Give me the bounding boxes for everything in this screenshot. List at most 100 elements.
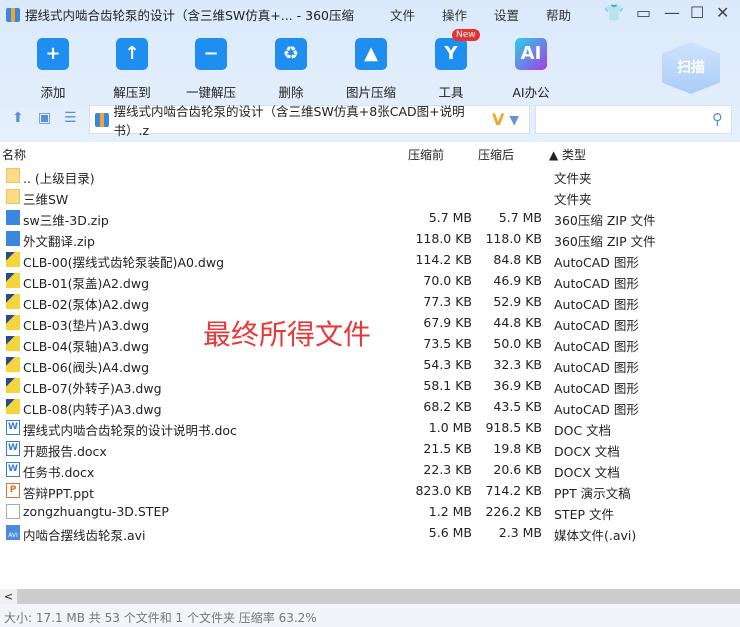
skin-icon[interactable]: 👕 bbox=[604, 3, 624, 22]
dwg-file-icon bbox=[6, 336, 20, 351]
size-after: 50.0 KB bbox=[493, 336, 542, 351]
search-input[interactable]: ⚲ bbox=[535, 105, 732, 134]
file-row[interactable]: sw三维-3D.zip 5.7 MB 5.7 MB 360压缩 ZIP 文件 bbox=[0, 207, 740, 228]
delete-button[interactable]: ♻ 删除 bbox=[251, 38, 331, 101]
close-button[interactable]: ✕ bbox=[716, 3, 729, 22]
maximize-button[interactable]: ☐ bbox=[690, 3, 704, 22]
tools-icon: Y bbox=[435, 38, 467, 70]
size-after: 118.0 KB bbox=[485, 231, 542, 246]
size-before: 1.0 MB bbox=[428, 420, 472, 435]
size-after: 43.5 KB bbox=[493, 399, 542, 414]
file-row[interactable]: CLB-01(泵盖)A2.dwg 70.0 KB 46.9 KB AutoCAD… bbox=[0, 270, 740, 291]
search-icon[interactable]: ⚲ bbox=[712, 110, 723, 128]
delete-label: 删除 bbox=[278, 85, 304, 100]
column-header: 名称 压缩前 压缩后 ▲ 类型 bbox=[0, 145, 740, 163]
file-row[interactable]: P 答辩PPT.ppt 823.0 KB 714.2 KB PPT 演示文稿 bbox=[0, 480, 740, 501]
file-row[interactable]: W 任务书.docx 22.3 KB 20.6 KB DOCX 文档 bbox=[0, 459, 740, 480]
file-type: 360压缩 ZIP 文件 bbox=[554, 213, 656, 228]
size-after: 918.5 KB bbox=[485, 420, 542, 435]
ai-icon: AI bbox=[515, 38, 547, 70]
size-after: 32.3 KB bbox=[493, 357, 542, 372]
dwg-file-icon bbox=[6, 294, 20, 309]
list-view-icon[interactable]: ☰ bbox=[64, 110, 77, 126]
col-type[interactable]: ▲ 类型 bbox=[549, 146, 586, 163]
thumbnail-view-icon[interactable]: ▣ bbox=[38, 110, 51, 126]
file-type: AutoCAD 图形 bbox=[554, 318, 639, 333]
add-label: 添加 bbox=[40, 85, 66, 100]
size-after: 2.3 MB bbox=[498, 525, 542, 540]
file-row[interactable]: zongzhuangtu-3D.STEP 1.2 MB 226.2 KB STE… bbox=[0, 501, 740, 522]
file-name: 答辩PPT.ppt bbox=[23, 486, 94, 501]
col-before[interactable]: 压缩前 bbox=[408, 146, 444, 163]
file-row[interactable]: 三维SW 文件夹 bbox=[0, 186, 740, 207]
file-row[interactable]: AVI 内啮合摆线齿轮泵.avi 5.6 MB 2.3 MB 媒体文件(.avi… bbox=[0, 522, 740, 543]
file-type: 文件夹 bbox=[554, 192, 592, 207]
file-type: AutoCAD 图形 bbox=[554, 402, 639, 417]
file-name: 开题报告.docx bbox=[23, 444, 107, 459]
file-row[interactable]: 外文翻译.zip 118.0 KB 118.0 KB 360压缩 ZIP 文件 bbox=[0, 228, 740, 249]
file-name: zongzhuangtu-3D.STEP bbox=[23, 504, 169, 519]
file-name: CLB-04(泵轴)A3.dwg bbox=[23, 339, 150, 354]
file-type: AutoCAD 图形 bbox=[554, 381, 639, 396]
one-click-extract-button[interactable]: − 一键解压 bbox=[171, 38, 251, 101]
dropdown-arrow-icon[interactable]: ▼ bbox=[509, 112, 519, 127]
scan-button[interactable]: 扫描 bbox=[662, 42, 720, 94]
size-after: 46.9 KB bbox=[493, 273, 542, 288]
overlay-caption: 最终所得文件 bbox=[203, 318, 372, 351]
file-row[interactable]: W 开题报告.docx 21.5 KB 19.8 KB DOCX 文档 bbox=[0, 438, 740, 459]
file-row[interactable]: CLB-00(摆线式齿轮泵装配)A0.dwg 114.2 KB 84.8 KB … bbox=[0, 249, 740, 270]
ai-office-button[interactable]: AI AI办公 bbox=[491, 38, 571, 101]
scroll-left-icon[interactable]: < bbox=[0, 589, 17, 604]
file-name: sw三维-3D.zip bbox=[23, 213, 109, 228]
file-row[interactable]: CLB-06(阀头)A4.dwg 54.3 KB 32.3 KB AutoCAD… bbox=[0, 354, 740, 375]
menu-file[interactable]: 文件 bbox=[390, 5, 415, 24]
size-before: 21.5 KB bbox=[423, 441, 472, 456]
size-after: 226.2 KB bbox=[485, 504, 542, 519]
size-after: 52.9 KB bbox=[493, 294, 542, 309]
zip-file-icon bbox=[6, 210, 20, 225]
size-after: 36.9 KB bbox=[493, 378, 542, 393]
horizontal-scrollbar[interactable]: < bbox=[0, 589, 740, 604]
dwg-file-icon bbox=[6, 252, 20, 267]
file-row[interactable]: W 摆线式内啮合齿轮泵的设计说明书.doc 1.0 MB 918.5 KB DO… bbox=[0, 417, 740, 438]
file-row[interactable]: CLB-02(泵体)A2.dwg 77.3 KB 52.9 KB AutoCAD… bbox=[0, 291, 740, 312]
size-before: 58.1 KB bbox=[423, 378, 472, 393]
file-type: STEP 文件 bbox=[554, 507, 614, 522]
doc-file-icon: W bbox=[6, 420, 20, 435]
menu-settings[interactable]: 设置 bbox=[494, 5, 519, 24]
size-before: 70.0 KB bbox=[423, 273, 472, 288]
feedback-icon[interactable]: ▭ bbox=[636, 3, 651, 22]
one-click-label: 一键解压 bbox=[185, 85, 236, 100]
size-after: 20.6 KB bbox=[493, 462, 542, 477]
size-before: 5.6 MB bbox=[428, 525, 472, 540]
menu-help[interactable]: 帮助 bbox=[546, 5, 571, 24]
dwg-file-icon bbox=[6, 357, 20, 372]
path-text: 摆线式内啮合齿轮泵的设计（含三维SW仿真+8张CAD图+说明书）.z bbox=[113, 103, 465, 138]
tools-button[interactable]: Y 工具 bbox=[411, 38, 491, 101]
file-name: 摆线式内啮合齿轮泵的设计说明书.doc bbox=[23, 423, 237, 438]
add-button[interactable]: + 添加 bbox=[13, 38, 93, 101]
minimize-button[interactable]: — bbox=[664, 3, 680, 22]
file-row[interactable]: CLB-08(内转子)A3.dwg 68.2 KB 43.5 KB AutoCA… bbox=[0, 396, 740, 417]
file-type: AutoCAD 图形 bbox=[554, 276, 639, 291]
file-row[interactable]: CLB-07(外转子)A3.dwg 58.1 KB 36.9 KB AutoCA… bbox=[0, 375, 740, 396]
up-arrow-icon[interactable]: ⬆ bbox=[12, 110, 24, 126]
title-text: 摆线式内啮合齿轮泵的设计（含三维SW仿真+... - 360压缩 bbox=[25, 8, 355, 23]
dwg-file-icon bbox=[6, 399, 20, 414]
col-after[interactable]: 压缩后 bbox=[478, 146, 514, 163]
file-name: 内啮合摆线齿轮泵.avi bbox=[23, 528, 146, 543]
col-name[interactable]: 名称 bbox=[2, 146, 26, 163]
check-icon: V bbox=[491, 110, 505, 129]
step-file-icon bbox=[6, 504, 20, 519]
image-compress-button[interactable]: ▲ 图片压缩 bbox=[331, 38, 411, 101]
size-before: 67.9 KB bbox=[423, 315, 472, 330]
menu-operate[interactable]: 操作 bbox=[442, 5, 467, 24]
extract-to-button[interactable]: ↑ 解压到 bbox=[92, 38, 172, 101]
path-bar[interactable]: 摆线式内啮合齿轮泵的设计（含三维SW仿真+8张CAD图+说明书）.z V ▼ bbox=[89, 104, 530, 138]
new-badge: New bbox=[452, 29, 480, 41]
file-name: 任务书.docx bbox=[23, 465, 95, 480]
file-type: AutoCAD 图形 bbox=[554, 255, 639, 270]
zip-file-icon bbox=[6, 231, 20, 246]
status-bar: 大小: 17.1 MB 共 53 个文件和 1 个文件夹 压缩率 63.2% bbox=[0, 604, 740, 627]
file-row[interactable]: .. (上级目录) 文件夹 bbox=[0, 165, 740, 186]
